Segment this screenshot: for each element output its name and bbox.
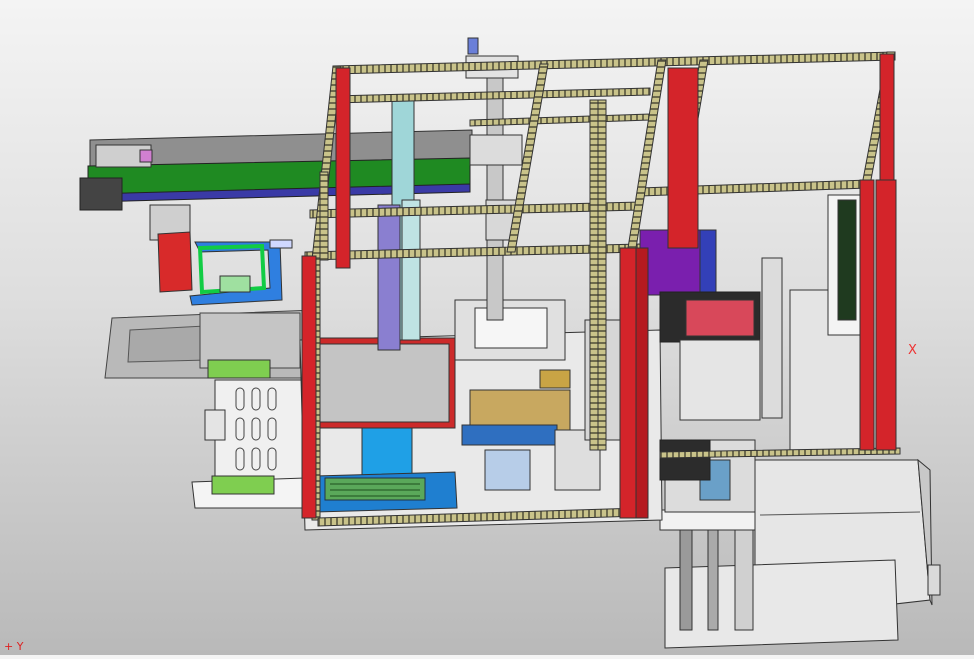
cad-viewport[interactable]: X + Y [0,0,974,655]
axis-x-label: X [908,343,917,358]
axis-triad-icon: + Y [4,640,24,653]
left-feeder-plates [104,309,319,509]
assembly-model[interactable] [0,0,974,655]
pcb-tray [314,471,458,513]
z-axis-column [465,37,523,321]
gripper-bracket [149,204,293,306]
